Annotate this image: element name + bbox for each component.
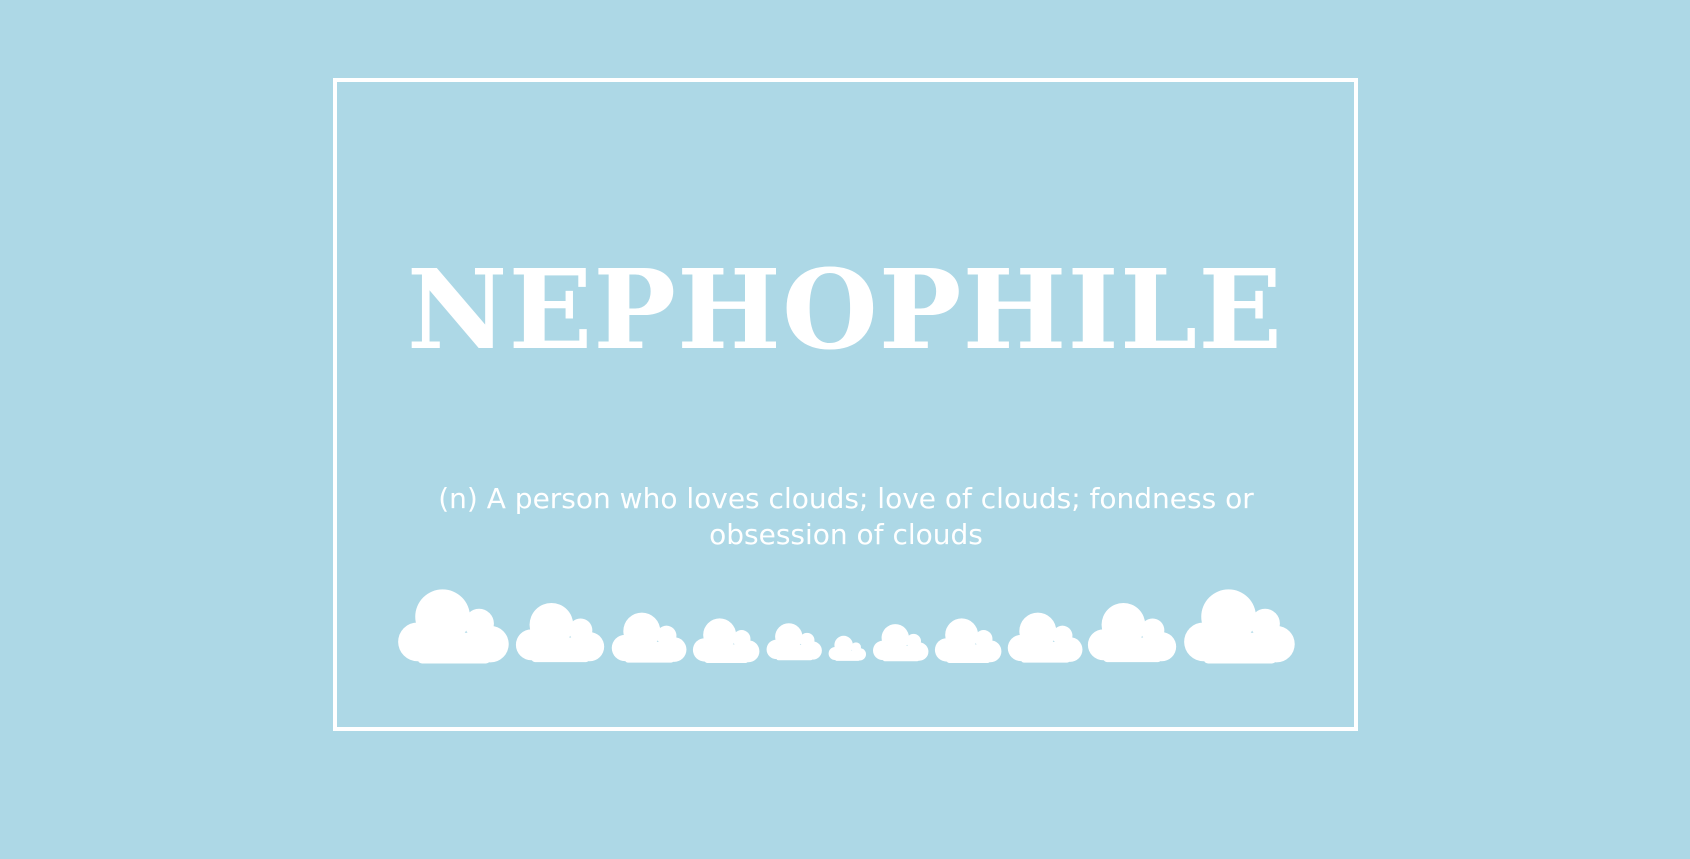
word-title: NEPHOPHILE (406, 245, 1284, 374)
cloud-row (0, 580, 1690, 670)
cloud-icon (692, 617, 761, 665)
cloud-icon (1007, 611, 1084, 665)
cloud-icon (934, 617, 1003, 665)
word-definition: (n) A person who loves clouds; love of c… (438, 482, 1254, 551)
cloud-icon (611, 611, 688, 665)
cloud-icon (872, 623, 930, 663)
cloud-icon (766, 622, 823, 662)
cloud-icon (515, 601, 606, 665)
cloud-icon (397, 587, 511, 667)
cloud-icon (828, 635, 867, 662)
cloud-icon (1183, 587, 1297, 667)
cloud-icon (1087, 601, 1178, 665)
